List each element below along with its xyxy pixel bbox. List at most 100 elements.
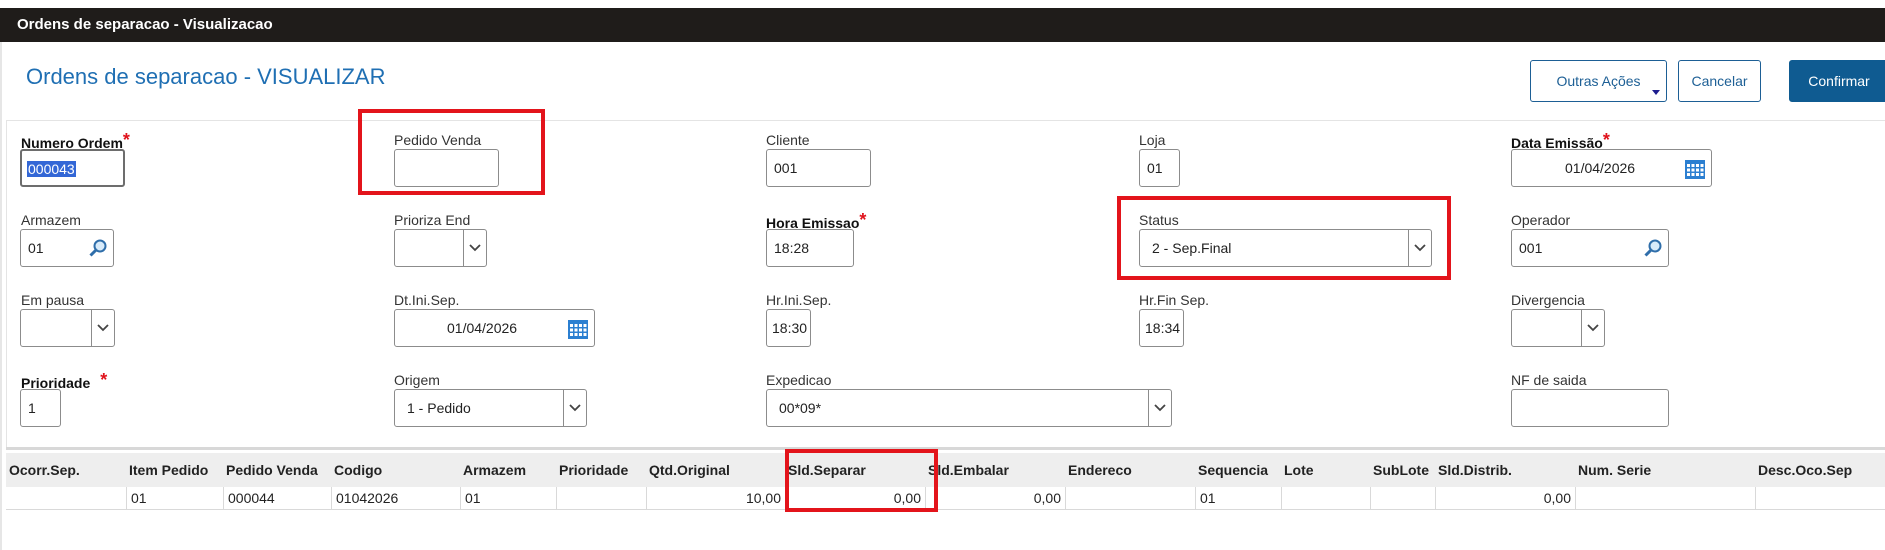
cell-prioridade[interactable] [556, 487, 646, 509]
expedicao-value: 00*09* [779, 400, 822, 416]
col-lote[interactable]: Lote [1284, 453, 1314, 487]
cell-sld-separar[interactable]: 0,00 [785, 487, 925, 509]
col-sequencia[interactable]: Sequencia [1198, 453, 1268, 487]
chevron-down-icon[interactable] [1148, 390, 1171, 426]
dt-ini-sep-value: 01/04/2026 [447, 320, 518, 336]
chevron-down-icon[interactable] [563, 390, 586, 426]
expedicao-label: Expedicao [766, 372, 832, 388]
required-icon: * [100, 370, 108, 390]
data-emissao-field[interactable]: 01/04/2026 [1511, 149, 1712, 187]
armazem-label: Armazem [21, 212, 81, 228]
status-select[interactable]: 2 - Sep.Final [1139, 229, 1432, 267]
em-pausa-select[interactable] [20, 309, 115, 347]
status-value: 2 - Sep.Final [1152, 240, 1232, 256]
cell-num-serie[interactable] [1575, 487, 1755, 509]
expedicao-select[interactable]: 00*09* [766, 389, 1172, 427]
caret-down-icon [1652, 90, 1660, 95]
col-codigo[interactable]: Codigo [334, 453, 382, 487]
cell-sld-embalar[interactable]: 0,00 [925, 487, 1065, 509]
cell-armazem[interactable]: 01 [460, 487, 556, 509]
chevron-down-icon[interactable] [1408, 230, 1431, 266]
calendar-icon[interactable] [568, 319, 588, 339]
col-ocorr-sep[interactable]: Ocorr.Sep. [9, 453, 80, 487]
operador-value: 001 [1519, 240, 1543, 256]
nf-saida-field[interactable] [1511, 389, 1669, 427]
col-sld-embalar[interactable]: Sld.Embalar [928, 453, 1009, 487]
outras-acoes-label: Outras Ações [1556, 73, 1641, 89]
top-margin [0, 0, 1885, 8]
grid-header: Ocorr.Sep. Item Pedido Pedido Venda Codi… [6, 453, 1885, 487]
outras-acoes-button[interactable]: Outras Ações [1530, 60, 1667, 102]
search-icon[interactable] [1644, 239, 1662, 257]
cell-codigo[interactable]: 01042026 [331, 487, 460, 509]
divergencia-label: Divergencia [1511, 292, 1585, 308]
chevron-down-icon[interactable] [1581, 310, 1604, 346]
cell-endereco[interactable] [1065, 487, 1195, 509]
prioridade-field[interactable]: 1 [20, 389, 61, 427]
armazem-field[interactable]: 01 [20, 229, 114, 267]
prioriza-end-select[interactable] [394, 229, 487, 267]
hora-emissao-field[interactable]: 18:28 [766, 229, 854, 267]
hr-fin-sep-field[interactable]: 18:34 [1139, 309, 1184, 347]
cliente-label: Cliente [766, 132, 810, 148]
armazem-value: 01 [28, 240, 44, 256]
col-sublote[interactable]: SubLote [1373, 453, 1429, 487]
dt-ini-sep-label: Dt.Ini.Sep. [394, 292, 460, 308]
calendar-icon[interactable] [1685, 159, 1705, 179]
pedido-venda-label: Pedido Venda [394, 132, 482, 148]
cliente-field[interactable]: 001 [766, 149, 871, 187]
loja-field[interactable]: 01 [1139, 149, 1180, 187]
col-sld-distrib[interactable]: Sld.Distrib. [1438, 453, 1512, 487]
em-pausa-label: Em pausa [21, 292, 85, 308]
cell-desc-oco-sep[interactable] [1755, 487, 1885, 509]
required-icon: * [122, 130, 130, 150]
cell-sublote[interactable] [1370, 487, 1435, 509]
data-emissao-value: 01/04/2026 [1565, 160, 1636, 176]
table-row[interactable]: 01 000044 01042026 01 10,00 0,00 0,00 01… [6, 487, 1885, 510]
col-endereco[interactable]: Endereco [1068, 453, 1132, 487]
cell-sequencia[interactable]: 01 [1195, 487, 1281, 509]
origem-value: 1 - Pedido [407, 400, 471, 416]
confirm-label: Confirmar [1808, 73, 1870, 89]
operador-label: Operador [1511, 212, 1571, 228]
col-qtd-original[interactable]: Qtd.Original [649, 453, 730, 487]
col-item-pedido[interactable]: Item Pedido [129, 453, 208, 487]
col-prioridade[interactable]: Prioridade [559, 453, 628, 487]
chevron-down-icon[interactable] [91, 310, 114, 346]
nf-saida-label: NF de saida [1511, 372, 1587, 388]
left-edge [0, 42, 2, 550]
loja-label: Loja [1139, 132, 1166, 148]
window-title: Ordens de separacao - Visualizacao [17, 16, 273, 33]
confirm-button[interactable]: Confirmar [1789, 60, 1885, 102]
numero-ordem-value: 000043 [27, 161, 76, 177]
hr-fin-sep-label: Hr.Fin Sep. [1139, 292, 1210, 308]
search-icon[interactable] [89, 239, 107, 257]
cell-qtd-original[interactable]: 10,00 [646, 487, 785, 509]
operador-field[interactable]: 001 [1511, 229, 1669, 267]
page-title: Ordens de separacao - VISUALIZAR [26, 64, 386, 89]
hr-ini-sep-field[interactable]: 18:30 [766, 309, 811, 347]
divergencia-select[interactable] [1511, 309, 1605, 347]
dt-ini-sep-field[interactable]: 01/04/2026 [394, 309, 595, 347]
status-label: Status [1139, 212, 1179, 228]
required-icon: * [859, 210, 867, 230]
col-pedido-venda[interactable]: Pedido Venda [226, 453, 318, 487]
origem-label: Origem [394, 372, 440, 388]
cell-lote[interactable] [1281, 487, 1370, 509]
numero-ordem-field[interactable]: 000043 [20, 149, 125, 187]
col-desc-oco-sep[interactable]: Desc.Oco.Sep [1758, 453, 1852, 487]
cell-sld-distrib[interactable]: 0,00 [1435, 487, 1575, 509]
col-num-serie[interactable]: Num. Serie [1578, 453, 1651, 487]
cell-item-pedido[interactable]: 01 [126, 487, 223, 509]
cell-pedido-venda[interactable]: 000044 [223, 487, 331, 509]
col-armazem[interactable]: Armazem [463, 453, 526, 487]
hr-ini-sep-label: Hr.Ini.Sep. [766, 292, 832, 308]
origem-select[interactable]: 1 - Pedido [394, 389, 587, 427]
cancel-button[interactable]: Cancelar [1678, 60, 1761, 102]
grid-separator [6, 447, 1885, 450]
cell-ocorr-sep[interactable] [6, 487, 126, 509]
pedido-venda-field[interactable] [394, 149, 499, 187]
required-icon: * [1602, 130, 1610, 150]
col-sld-separar[interactable]: Sld.Separar [788, 453, 866, 487]
chevron-down-icon[interactable] [463, 230, 486, 266]
